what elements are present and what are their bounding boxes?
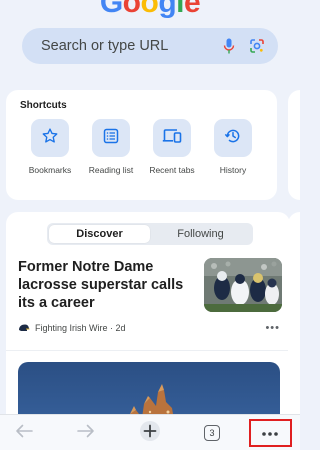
shortcut-label: Bookmarks bbox=[28, 165, 72, 175]
meta-separator: · bbox=[107, 323, 116, 333]
plus-icon bbox=[139, 420, 161, 447]
back-arrow-icon bbox=[15, 424, 33, 443]
search-placeholder[interactable]: Search or type URL bbox=[41, 38, 210, 54]
new-tab-button[interactable] bbox=[134, 419, 166, 447]
shortcut-tile[interactable] bbox=[214, 119, 252, 157]
search-box[interactable]: Search or type URL bbox=[22, 28, 278, 64]
article-meta: Fighting Irish Wire · 2d ••• bbox=[18, 323, 280, 334]
card-divider bbox=[6, 350, 290, 351]
next-card-peek bbox=[288, 212, 300, 422]
article-title[interactable]: Former Notre Dame lacrosse superstar cal… bbox=[18, 258, 196, 312]
article-age: 2d bbox=[115, 323, 126, 333]
new-tab-page: Google Search or type URL Shortcuts Book… bbox=[0, 0, 300, 450]
shortcuts-card: Shortcuts Bookmarks Reading list Recent … bbox=[6, 90, 277, 200]
bottom-toolbar: 3 bbox=[0, 414, 300, 450]
article-thumbnail[interactable] bbox=[204, 258, 282, 312]
shortcut-tile[interactable] bbox=[31, 119, 69, 157]
logo-letter: g bbox=[158, 0, 177, 19]
shortcut-row: Bookmarks Reading list Recent tabs Histo… bbox=[20, 119, 263, 175]
tab-count: 3 bbox=[204, 425, 220, 441]
back-button[interactable] bbox=[8, 419, 40, 447]
tab-discover[interactable]: Discover bbox=[49, 225, 150, 243]
shortcut-tile[interactable] bbox=[92, 119, 130, 157]
article-source: Fighting Irish Wire bbox=[35, 323, 108, 333]
history-icon bbox=[224, 127, 242, 150]
shortcuts-title: Shortcuts bbox=[20, 100, 67, 111]
logo-letter: e bbox=[183, 0, 201, 19]
shortcut-label: History bbox=[219, 165, 247, 175]
logo-letter: G bbox=[99, 0, 123, 19]
feed-tab-switcher: Discover Following bbox=[47, 223, 253, 245]
source-logo-icon bbox=[18, 324, 30, 332]
shortcut-bookmarks[interactable]: Bookmarks bbox=[20, 119, 80, 175]
menu-button[interactable] bbox=[254, 419, 286, 447]
list-icon bbox=[103, 128, 119, 149]
devices-icon bbox=[162, 128, 182, 149]
logo-letter: o bbox=[122, 0, 141, 19]
lens-icon[interactable] bbox=[248, 37, 266, 55]
shortcut-history[interactable]: History bbox=[203, 119, 263, 175]
more-horiz-icon bbox=[261, 424, 279, 442]
tab-switcher-button[interactable]: 3 bbox=[196, 419, 228, 447]
next-card-peek bbox=[288, 90, 300, 200]
more-horiz-icon[interactable]: ••• bbox=[265, 323, 280, 334]
forward-arrow-icon bbox=[77, 424, 95, 443]
shortcut-recent-tabs[interactable]: Recent tabs bbox=[142, 119, 202, 175]
shortcut-label: Recent tabs bbox=[149, 165, 195, 175]
logo-letter: o bbox=[140, 0, 159, 19]
forward-button[interactable] bbox=[70, 419, 102, 447]
shortcut-tile[interactable] bbox=[153, 119, 191, 157]
tab-following[interactable]: Following bbox=[150, 225, 251, 243]
mic-icon[interactable] bbox=[220, 37, 238, 55]
shortcut-reading-list[interactable]: Reading list bbox=[81, 119, 141, 175]
shortcut-label: Reading list bbox=[88, 165, 134, 175]
star-icon bbox=[41, 127, 59, 150]
logo-letter: l bbox=[176, 0, 184, 19]
google-logo: Google bbox=[0, 0, 300, 20]
